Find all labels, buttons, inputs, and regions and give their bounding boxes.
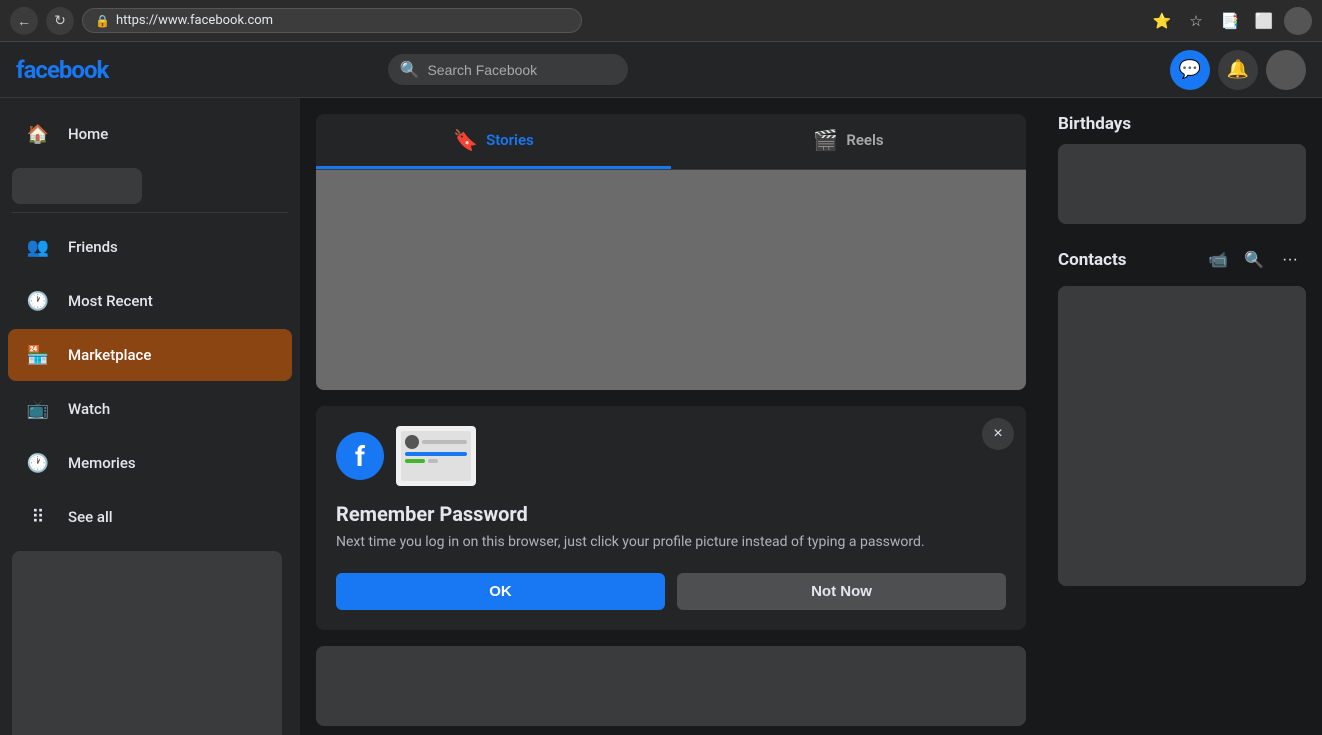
stories-tab-icon: 🔖	[453, 128, 478, 152]
pwd-illustration	[396, 426, 476, 486]
memories-label: Memories	[68, 454, 136, 472]
pwd-row-3	[405, 459, 467, 463]
memories-icon: 🕐	[20, 445, 56, 481]
fb-logo: facebook	[16, 56, 108, 84]
sidebar-item-memories[interactable]: 🕐 Memories	[8, 437, 292, 489]
ok-button[interactable]: OK	[336, 573, 665, 610]
address-bar[interactable]: 🔒 https://www.facebook.com	[82, 8, 582, 33]
home-icon: 🏠	[20, 116, 56, 152]
dialog-description: Next time you log in on this browser, ju…	[336, 532, 1006, 553]
notifications-button[interactable]: 🔔	[1218, 50, 1258, 90]
sidebar-item-home[interactable]: 🏠 Home	[8, 108, 292, 160]
marketplace-label: Marketplace	[68, 346, 151, 364]
contacts-search-btn[interactable]: 🔍	[1238, 244, 1270, 276]
browser-actions: ⭐ ☆ 📑 ⬜	[1148, 7, 1312, 35]
topbar-right: 💬 🔔	[1170, 50, 1306, 90]
pwd-line-1	[422, 440, 467, 444]
dialog-title: Remember Password	[336, 502, 1006, 526]
tab-reels[interactable]: 🎬 Reels	[671, 114, 1026, 169]
messenger-button[interactable]: 💬	[1170, 50, 1210, 90]
friends-label: Friends	[68, 238, 118, 256]
back-button[interactable]: ←	[10, 7, 38, 35]
close-icon: ×	[993, 425, 1002, 443]
contacts-placeholder	[1058, 286, 1306, 586]
watch-icon: 📺	[20, 391, 56, 427]
video-call-icon: 📹	[1208, 250, 1228, 270]
friends-icon: 👥	[20, 229, 56, 265]
bell-icon: 🔔	[1227, 59, 1249, 80]
dialog-close-button[interactable]: ×	[982, 418, 1014, 450]
tab-stories[interactable]: 🔖 Stories	[316, 114, 671, 169]
pwd-row-1	[405, 435, 467, 449]
browser-tab-btn[interactable]: ⬜	[1250, 7, 1278, 35]
pwd-illustration-inner	[401, 431, 471, 481]
browser-collection-btn[interactable]: 📑	[1216, 7, 1244, 35]
see-all-icon: ⠿	[20, 499, 56, 535]
pwd-line-green	[405, 459, 425, 463]
birthdays-placeholder	[1058, 144, 1306, 224]
watch-label: Watch	[68, 400, 110, 418]
search-icon: 🔍	[400, 60, 420, 79]
left-sidebar: 🏠 Home 👥 Friends 🕐 Most Recent 🏪 Marketp…	[0, 98, 300, 735]
refresh-button[interactable]: ↻	[46, 7, 74, 35]
sidebar-item-friends[interactable]: 👥 Friends	[8, 221, 292, 273]
browser-favorites-btn[interactable]: ☆	[1182, 7, 1210, 35]
more-icon: ···	[1282, 251, 1298, 269]
url-text: https://www.facebook.com	[116, 13, 273, 28]
pwd-line-short	[428, 459, 438, 463]
reels-tab-label: Reels	[846, 131, 883, 149]
sidebar-bottom-placeholder	[12, 551, 282, 735]
pwd-avatar	[405, 435, 419, 449]
contacts-more-btn[interactable]: ···	[1274, 244, 1306, 276]
see-all-label: See all	[68, 508, 113, 526]
contacts-actions: 📹 🔍 ···	[1202, 244, 1306, 276]
birthdays-title: Birthdays	[1058, 114, 1306, 134]
right-sidebar: Birthdays Contacts 📹 🔍 ···	[1042, 98, 1322, 735]
marketplace-icon: 🏪	[20, 337, 56, 373]
sidebar-item-marketplace[interactable]: 🏪 Marketplace	[8, 329, 292, 381]
back-icon: ←	[17, 13, 31, 29]
contacts-header: Contacts 📹 🔍 ···	[1058, 244, 1306, 276]
contacts-search-icon: 🔍	[1244, 250, 1264, 270]
fb-layout: 🏠 Home 👥 Friends 🕐 Most Recent 🏪 Marketp…	[0, 98, 1322, 735]
profile-avatar[interactable]	[1266, 50, 1306, 90]
browser-profile-avatar	[1284, 7, 1312, 35]
refresh-icon: ↻	[54, 12, 66, 29]
sidebar-item-most-recent[interactable]: 🕐 Most Recent	[8, 275, 292, 327]
most-recent-icon: 🕐	[20, 283, 56, 319]
sidebar-profile-placeholder	[12, 168, 142, 204]
not-now-button[interactable]: Not Now	[677, 573, 1006, 610]
pwd-line-blue	[405, 452, 467, 456]
dialog-header: f	[336, 426, 1006, 486]
reels-tab-icon: 🎬	[813, 128, 838, 152]
messenger-icon: 💬	[1179, 59, 1201, 80]
feed-bottom-placeholder	[316, 646, 1026, 726]
search-bar[interactable]: 🔍	[388, 54, 628, 85]
pwd-row-2	[405, 452, 467, 456]
remember-password-dialog: × f	[316, 406, 1026, 630]
most-recent-label: Most Recent	[68, 292, 153, 310]
sidebar-item-see-all[interactable]: ⠿ See all	[8, 491, 292, 543]
main-content: 🔖 Stories 🎬 Reels × f	[300, 98, 1042, 735]
tabs-row: 🔖 Stories 🎬 Reels	[316, 114, 1026, 170]
fb-logo-circle: f	[336, 432, 384, 480]
browser-chrome: ← ↻ 🔒 https://www.facebook.com ⭐ ☆ 📑 ⬜	[0, 0, 1322, 42]
sidebar-divider-1	[12, 212, 288, 213]
stories-content-placeholder	[316, 170, 1026, 390]
search-input[interactable]	[427, 62, 607, 78]
contacts-video-call-btn[interactable]: 📹	[1202, 244, 1234, 276]
browser-extensions-btn[interactable]: ⭐	[1148, 7, 1176, 35]
contacts-title: Contacts	[1058, 250, 1202, 270]
stories-reels-card: 🔖 Stories 🎬 Reels	[316, 114, 1026, 390]
fb-topbar: facebook 🔍 💬 🔔	[0, 42, 1322, 98]
home-label: Home	[68, 125, 108, 143]
sidebar-item-watch[interactable]: 📺 Watch	[8, 383, 292, 435]
stories-tab-label: Stories	[486, 131, 534, 149]
lock-icon: 🔒	[95, 14, 110, 28]
dialog-buttons: OK Not Now	[336, 573, 1006, 610]
